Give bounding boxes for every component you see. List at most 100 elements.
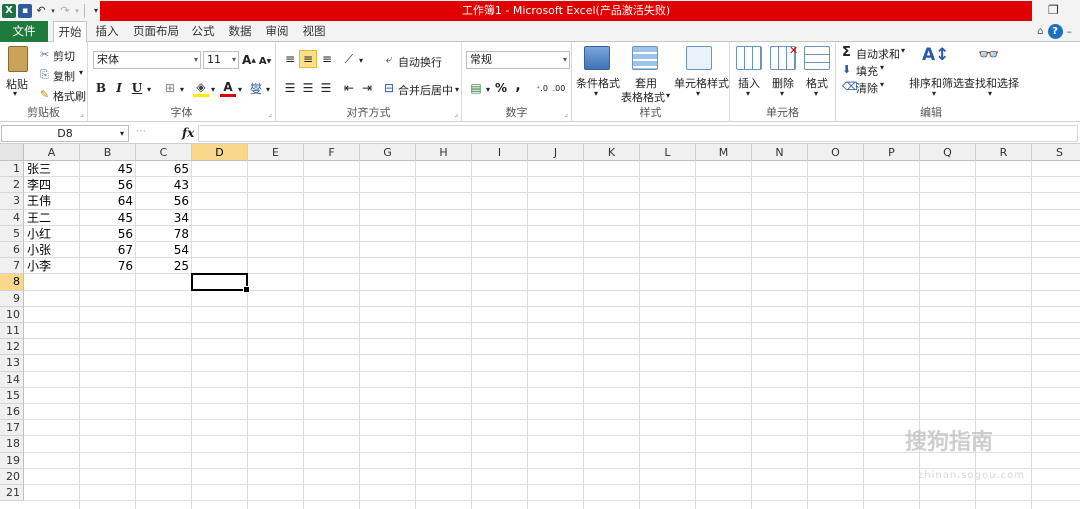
row-header[interactable]: 19 — [0, 452, 24, 469]
select-all-corner[interactable] — [0, 144, 24, 161]
redo-dropdown-icon[interactable]: ▾ — [74, 4, 80, 18]
tab-review[interactable]: 审阅 — [263, 21, 291, 42]
minimize-workbook-icon[interactable]: – — [1067, 25, 1073, 38]
cell-C4[interactable]: 34 — [136, 210, 192, 226]
fill-color-dropdown-icon[interactable]: ▾ — [209, 81, 217, 97]
cell-A2[interactable]: 李四 — [24, 177, 80, 193]
undo-dropdown-icon[interactable]: ▾ — [50, 4, 56, 18]
cell-B5[interactable]: 56 — [80, 226, 136, 242]
italic-button[interactable]: I — [112, 79, 126, 97]
column-header[interactable]: S — [1032, 144, 1080, 161]
cell-B6[interactable]: 67 — [80, 242, 136, 258]
cell-B4[interactable]: 45 — [80, 210, 136, 226]
cell-C3[interactable]: 56 — [136, 193, 192, 209]
cell-A6[interactable]: 小张 — [24, 242, 80, 258]
clear-dropdown-icon[interactable]: ▾ — [880, 80, 884, 89]
row-header[interactable]: 2 — [0, 177, 24, 194]
tab-insert[interactable]: 插入 — [92, 21, 122, 42]
orientation-dropdown-icon[interactable]: ▾ — [357, 52, 365, 68]
cell-A3[interactable]: 王伟 — [24, 193, 80, 209]
font-launcher-icon[interactable]: ⌟ — [268, 109, 272, 118]
column-header[interactable]: L — [640, 144, 696, 161]
cell-styles-icon[interactable] — [686, 46, 712, 70]
conditional-dropdown-icon[interactable]: ▾ — [594, 89, 598, 98]
cell-C6[interactable]: 54 — [136, 242, 192, 258]
fill-color-icon[interactable]: ◈ — [193, 79, 209, 97]
align-center-icon[interactable]: ☰ — [300, 79, 316, 97]
binoculars-icon[interactable]: 👓 — [978, 45, 999, 65]
row-header[interactable]: 14 — [0, 371, 24, 388]
decrease-indent-icon[interactable]: ⇤ — [341, 79, 357, 97]
autosum-dropdown-icon[interactable]: ▾ — [901, 46, 905, 55]
align-bottom-icon[interactable]: ≡ — [319, 50, 335, 68]
column-header[interactable]: A — [24, 144, 80, 161]
merge-center-button[interactable]: 合并后居中 — [398, 82, 453, 98]
insert-cells-icon[interactable] — [736, 46, 762, 70]
find-dropdown-icon[interactable]: ▾ — [988, 89, 992, 98]
increase-decimal-icon[interactable]: ⁺.0 — [534, 79, 550, 97]
align-middle-icon[interactable]: ≡ — [299, 50, 317, 68]
percent-style-button[interactable]: % — [494, 79, 508, 97]
format-cells-icon[interactable] — [804, 46, 830, 70]
active-cell-selection[interactable] — [191, 273, 250, 293]
row-header[interactable]: 4 — [0, 209, 24, 226]
tab-page-layout[interactable]: 页面布局 — [131, 21, 181, 42]
column-header[interactable]: R — [976, 144, 1032, 161]
row-header[interactable]: 13 — [0, 355, 24, 372]
merge-center-icon[interactable]: ⊟ — [382, 80, 396, 96]
format-dropdown-icon[interactable]: ▾ — [814, 89, 818, 98]
shrink-font-icon[interactable]: A ▼ — [258, 53, 272, 69]
cell-C1[interactable]: 65 — [136, 161, 192, 177]
cell-styles-dropdown-icon[interactable]: ▾ — [696, 89, 700, 98]
accounting-format-icon[interactable]: ▤ — [468, 79, 484, 97]
row-header[interactable]: 21 — [0, 485, 24, 502]
clipboard-launcher-icon[interactable]: ⌟ — [80, 109, 84, 118]
orientation-icon[interactable]: ⟋ — [341, 50, 357, 68]
font-size-select[interactable]: 11 ▾ — [203, 51, 239, 69]
row-header[interactable]: 5 — [0, 225, 24, 242]
row-header[interactable]: 6 — [0, 242, 24, 259]
merge-dropdown-icon[interactable]: ▾ — [453, 82, 461, 96]
column-header[interactable]: C — [136, 144, 192, 161]
font-name-select[interactable]: 宋体 ▾ — [93, 51, 201, 69]
autosum-icon[interactable]: Σ — [842, 45, 851, 60]
align-right-icon[interactable]: ☰ — [318, 79, 334, 97]
column-header[interactable]: O — [808, 144, 864, 161]
tab-file[interactable]: 文件 — [0, 21, 48, 42]
cell-A1[interactable]: 张三 — [24, 161, 80, 177]
wrap-text-button[interactable]: 自动换行 — [398, 54, 442, 70]
cell-B3[interactable]: 64 — [80, 193, 136, 209]
borders-icon[interactable]: ⊞ — [162, 79, 178, 97]
column-header[interactable]: F — [304, 144, 360, 161]
redo-icon[interactable]: ↷ — [58, 4, 72, 18]
sort-filter-icon[interactable]: A↕ — [922, 45, 949, 65]
underline-dropdown-icon[interactable]: ▾ — [145, 81, 153, 97]
underline-button[interactable]: U — [130, 79, 144, 97]
grow-font-icon[interactable]: A ▲ — [242, 51, 256, 69]
row-header[interactable]: 9 — [0, 290, 24, 307]
cell-C5[interactable]: 78 — [136, 226, 192, 242]
row-header[interactable]: 15 — [0, 387, 24, 404]
conditional-format-icon[interactable] — [584, 46, 610, 70]
cell-B7[interactable]: 76 — [80, 258, 136, 274]
borders-dropdown-icon[interactable]: ▾ — [178, 81, 186, 97]
format-as-table-dropdown-icon[interactable]: ▾ — [666, 91, 670, 100]
cut-button[interactable]: 剪切 — [53, 48, 75, 64]
fill-icon[interactable]: ⬇ — [842, 63, 851, 76]
row-header[interactable]: 1 — [0, 161, 24, 178]
row-header[interactable]: 12 — [0, 339, 24, 356]
cut-icon[interactable]: ✂ — [40, 48, 49, 61]
font-color-dropdown-icon[interactable]: ▾ — [236, 81, 244, 97]
copy-icon[interactable]: ⎘ — [40, 68, 49, 82]
column-header[interactable]: J — [528, 144, 584, 161]
name-box-dropdown-icon[interactable]: ▾ — [120, 126, 124, 141]
row-header[interactable]: 20 — [0, 468, 24, 485]
cell-C2[interactable]: 43 — [136, 177, 192, 193]
column-header[interactable]: D — [192, 144, 248, 161]
sort-dropdown-icon[interactable]: ▾ — [932, 89, 936, 98]
autosum-button[interactable]: 自动求和 — [856, 46, 900, 62]
tab-formulas[interactable]: 公式 — [189, 21, 217, 42]
cell-A7[interactable]: 小李 — [24, 258, 80, 274]
accounting-dropdown-icon[interactable]: ▾ — [484, 81, 492, 97]
column-header[interactable]: M — [696, 144, 752, 161]
